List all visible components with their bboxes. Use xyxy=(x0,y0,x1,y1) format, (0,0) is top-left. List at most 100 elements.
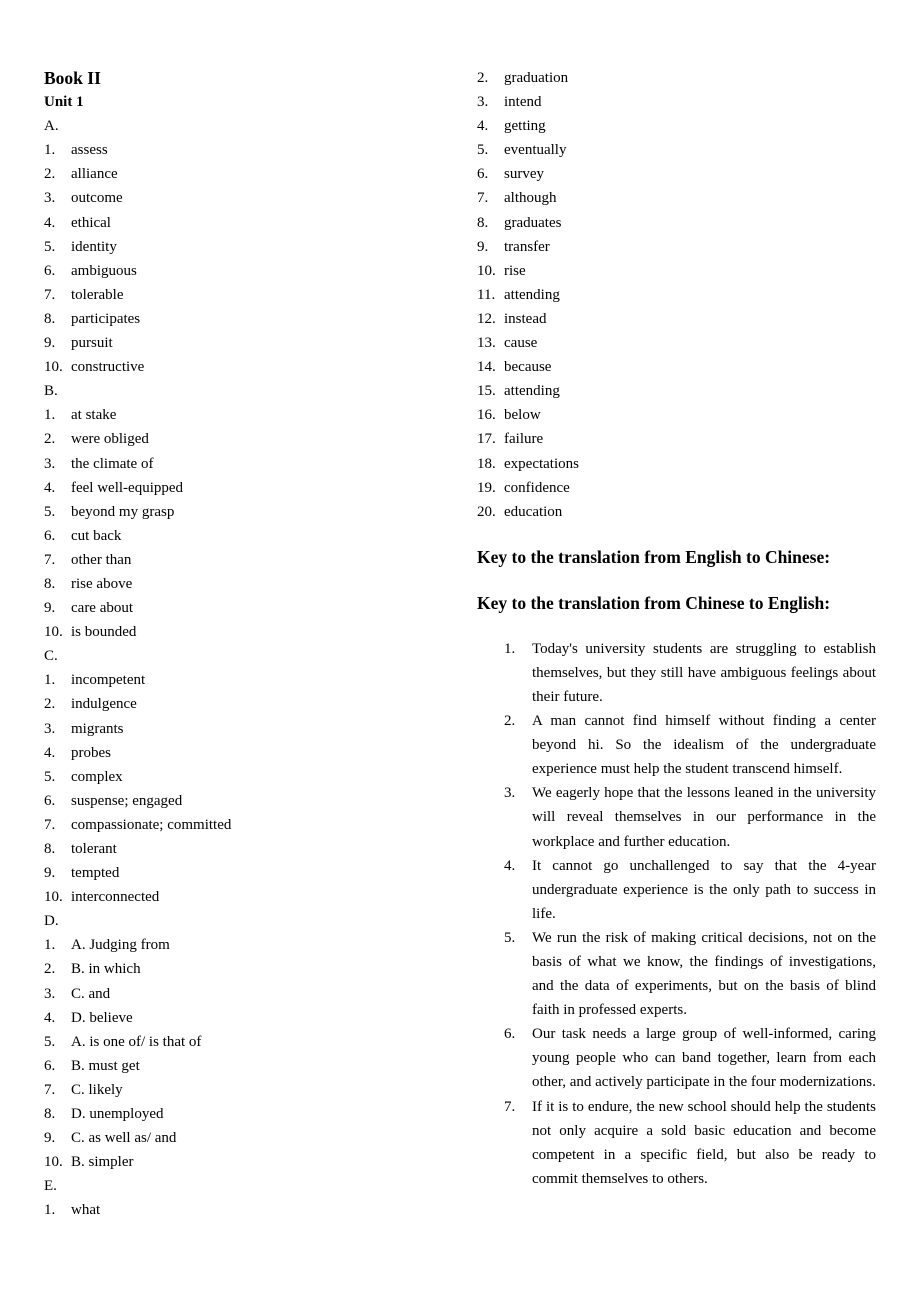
item-answer: graduates xyxy=(504,214,562,231)
item-number: 6. xyxy=(44,792,56,809)
answer-item: 9. care about xyxy=(44,596,444,620)
item-answer: what xyxy=(71,1202,101,1219)
item-answer: D. believe xyxy=(71,1009,133,1026)
item-number: 1. xyxy=(44,672,56,689)
item-number: 11. xyxy=(477,286,496,303)
item-number: 7. xyxy=(44,1081,56,1098)
item-answer: survey xyxy=(504,166,544,183)
item-number: 14. xyxy=(477,359,496,376)
item-answer: D. unemployed xyxy=(71,1106,164,1123)
item-answer: below xyxy=(504,407,541,424)
translation-text: If it is to endure, the new school shoul… xyxy=(532,1098,876,1187)
item-answer: C. and xyxy=(71,985,111,1002)
item-answer: cause xyxy=(504,335,538,352)
item-number: 5. xyxy=(477,142,489,159)
item-answer: because xyxy=(504,359,552,376)
item-answer: identity xyxy=(71,238,117,255)
item-answer: were obliged xyxy=(71,431,149,448)
right-column: 2. graduation 3. intend 4. getting 5. eventuall… xyxy=(477,66,877,1191)
translation-text: Today's university students are struggli… xyxy=(532,640,876,705)
answer-item: 4. getting xyxy=(477,114,877,138)
answer-item: 1. A. Judging from xyxy=(44,933,444,957)
answer-item: 6. cut back xyxy=(44,524,444,548)
item-number: 16. xyxy=(477,407,496,424)
item-number: 3. xyxy=(44,455,56,472)
answer-item: 2. were obliged xyxy=(44,427,444,451)
item-answer: education xyxy=(504,503,563,520)
item-number: 3. xyxy=(44,985,56,1002)
item-number: 6. xyxy=(44,262,56,279)
answer-item: 10. rise xyxy=(477,259,877,283)
item-number: 3. xyxy=(504,785,516,802)
item-number: 17. xyxy=(477,431,496,448)
answer-item: 4. ethical xyxy=(44,211,444,235)
item-answer: getting xyxy=(504,118,546,135)
answer-item: 7. other than xyxy=(44,548,444,572)
item-number: 4. xyxy=(44,1009,56,1026)
item-number: 4. xyxy=(44,479,56,496)
item-answer: compassionate; committed xyxy=(71,816,232,833)
item-number: 18. xyxy=(477,455,496,472)
item-number: 2. xyxy=(44,696,56,713)
item-number: 5. xyxy=(44,1033,56,1050)
answer-item: 14. because xyxy=(477,355,877,379)
translation-text: It cannot go unchallenged to say that th… xyxy=(532,857,876,922)
item-number: 12. xyxy=(477,310,496,327)
answer-item: 10. is bounded xyxy=(44,620,444,644)
item-number: 7. xyxy=(477,190,489,207)
item-number: 1. xyxy=(44,142,56,159)
answer-item: 11. attending xyxy=(477,283,877,307)
item-number: 1. xyxy=(44,937,56,954)
answer-item: 18. expectations xyxy=(477,452,877,476)
answer-item: 3. C. and xyxy=(44,982,444,1006)
answer-item: 10. interconnected xyxy=(44,885,444,909)
unit-title: Unit 1 xyxy=(44,94,84,111)
answer-item: 7. although xyxy=(477,186,877,210)
item-answer: intend xyxy=(504,94,542,111)
item-answer: confidence xyxy=(504,479,570,496)
answer-item: 4. feel well-equipped xyxy=(44,476,444,500)
item-number: 8. xyxy=(44,1106,56,1123)
item-number: 7. xyxy=(44,286,56,303)
answer-item: 17. failure xyxy=(477,427,877,451)
answer-item: 10. constructive xyxy=(44,355,444,379)
item-answer: C. as well as/ and xyxy=(71,1130,177,1147)
item-number: 4. xyxy=(477,118,489,135)
book-title: Book II xyxy=(44,68,101,88)
answer-item: 15. attending xyxy=(477,379,877,403)
item-number: 10. xyxy=(44,624,63,641)
item-number: 3. xyxy=(44,720,56,737)
translation-item: 6. Our task needs a large group of well-i… xyxy=(504,1022,877,1094)
answer-item: 19. confidence xyxy=(477,476,877,500)
answer-item: 9. C. as well as/ and xyxy=(44,1126,444,1150)
answer-item: 4. D. believe xyxy=(44,1006,444,1030)
item-answer: ethical xyxy=(71,214,111,231)
item-number: 9. xyxy=(44,335,56,352)
item-number: 1. xyxy=(44,1202,56,1219)
item-number: 5. xyxy=(44,768,56,785)
section-label: B. xyxy=(44,383,58,400)
item-answer: incompetent xyxy=(71,672,146,689)
answer-item: 6. B. must get xyxy=(44,1054,444,1078)
item-number: 7. xyxy=(44,551,56,568)
answer-item: 3. the climate of xyxy=(44,452,444,476)
item-number: 15. xyxy=(477,383,496,400)
item-number: 1. xyxy=(44,407,56,424)
answer-item: 5. beyond my grasp xyxy=(44,500,444,524)
item-answer: assess xyxy=(71,142,108,159)
item-number: 8. xyxy=(44,841,56,857)
item-answer: tolerable xyxy=(71,286,124,303)
answer-item: 9. pursuit xyxy=(44,331,444,355)
answer-item: 8. tolerant xyxy=(44,837,444,861)
answer-item: 5. eventually xyxy=(477,138,877,162)
item-number: 9. xyxy=(44,600,56,617)
item-number: 2. xyxy=(504,713,516,730)
item-answer: complex xyxy=(71,768,123,785)
item-answer: failure xyxy=(504,431,544,448)
exercise-sections: A. 1. assess 2. alliance 3. outcome 4. ethical 5.… xyxy=(44,114,444,1222)
answer-item: 2. alliance xyxy=(44,162,444,186)
answer-item: 2. indulgence xyxy=(44,692,444,716)
translation-text: Our task needs a large group of well-inf… xyxy=(532,1026,876,1091)
item-answer: alliance xyxy=(71,166,118,183)
item-answer: attending xyxy=(504,286,560,303)
